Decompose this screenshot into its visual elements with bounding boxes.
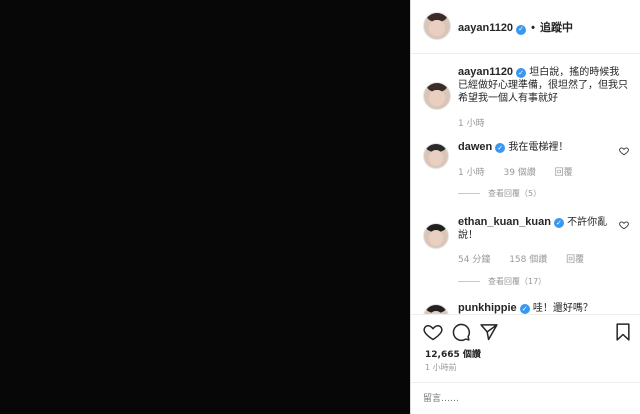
comment-time[interactable]: 1 小時 <box>458 168 485 178</box>
header-line: aayan1120 ✓ • 追蹤中 <box>458 19 573 35</box>
author-username[interactable]: aayan1120 <box>458 22 513 34</box>
view-replies-label: 查看回覆（17） <box>488 277 547 286</box>
caption-author-avatar[interactable] <box>423 82 451 110</box>
comment-likes[interactable]: 39 個讚 <box>503 168 535 178</box>
comment-likes[interactable]: 158 個讚 <box>509 255 547 265</box>
comment-text-block: punkhippie ✓ 哇！還好嗎？ <box>458 302 608 314</box>
verified-badge-icon: ✓ <box>516 68 527 78</box>
comment-time[interactable]: 54 分鐘 <box>458 255 490 265</box>
view-replies-button[interactable]: 查看回覆（17） <box>458 276 546 287</box>
comment-bubble-icon[interactable] <box>451 322 471 342</box>
commenter-avatar[interactable] <box>423 143 449 169</box>
instagram-post-viewer: aayan1120 ✓ • 追蹤中 aayan1120 ✓ 坦白說，搖的時候我已經做… <box>0 0 640 414</box>
avatar-face <box>429 89 445 107</box>
add-comment-section <box>411 382 640 414</box>
post-side-panel: aayan1120 ✓ • 追蹤中 aayan1120 ✓ 坦白說，搖的時候我已經做… <box>410 0 640 414</box>
verified-badge-icon: ✓ <box>553 218 564 228</box>
view-replies-label: 查看回覆（5） <box>488 189 542 198</box>
like-comment-heart-icon[interactable] <box>619 146 629 156</box>
commenter-avatar[interactable] <box>423 304 449 314</box>
replies-divider <box>458 193 480 194</box>
verified-badge-icon: ✓ <box>516 25 527 35</box>
post-header: aayan1120 ✓ • 追蹤中 <box>411 0 640 54</box>
comment-reply-button[interactable]: 回覆 <box>566 255 584 265</box>
add-comment-input[interactable] <box>423 391 623 407</box>
comment-body: 我在電梯裡！ <box>508 142 569 153</box>
avatar-face <box>429 19 445 37</box>
comment-reply-button[interactable]: 回覆 <box>555 168 573 178</box>
follow-button[interactable]: 追蹤中 <box>540 22 573 34</box>
post-timestamp[interactable]: 1 小時前 <box>425 362 457 373</box>
post-media-image[interactable] <box>0 0 410 414</box>
save-bookmark-icon[interactable] <box>613 322 633 342</box>
caption-timestamp[interactable]: 1 小時 <box>458 116 485 129</box>
commenter-username[interactable]: dawen <box>458 141 492 153</box>
avatar-face <box>428 230 444 246</box>
verified-badge-icon: ✓ <box>495 143 506 153</box>
like-comment-heart-icon[interactable] <box>619 220 629 230</box>
comment-meta: 54 分鐘 158 個讚 回覆 <box>458 252 600 265</box>
like-heart-icon[interactable] <box>423 322 443 342</box>
caption-username[interactable]: aayan1120 <box>458 66 513 78</box>
view-replies-button[interactable]: 查看回覆（5） <box>458 188 541 199</box>
avatar-face <box>428 150 444 166</box>
commenter-username[interactable]: punkhippie <box>458 302 517 314</box>
commenter-avatar[interactable] <box>423 223 449 249</box>
caption-text-block: aayan1120 ✓ 坦白說，搖的時候我已經做好心理準備，很坦然了，但我只希望我… <box>458 66 628 105</box>
comment-text-block: ethan_kuan_kuan ✓ 不許你亂說！ <box>458 216 608 242</box>
comments-list[interactable]: aayan1120 ✓ 坦白說，搖的時候我已經做好心理準備，很坦然了，但我只希望我… <box>411 54 640 314</box>
likes-count[interactable]: 12,665 個讚 <box>425 347 481 360</box>
share-send-icon[interactable] <box>479 322 499 342</box>
comment-text-block: dawen ✓ 我在電梯裡！ <box>458 141 608 154</box>
author-avatar[interactable] <box>423 12 451 40</box>
comment-body: 哇！還好嗎？ <box>532 303 593 314</box>
verified-badge-icon: ✓ <box>519 304 530 314</box>
commenter-username[interactable]: ethan_kuan_kuan <box>458 216 551 228</box>
replies-divider <box>458 281 480 282</box>
separator-dot: • <box>531 22 535 34</box>
comment-meta: 1 小時 39 個讚 回覆 <box>458 165 589 178</box>
